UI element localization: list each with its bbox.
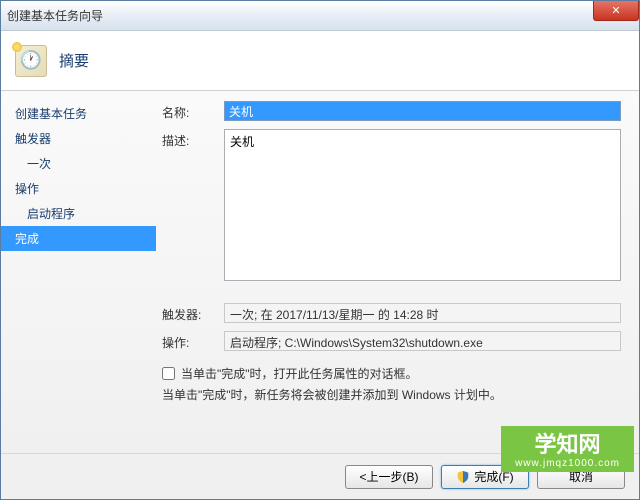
open-properties-checkbox[interactable]	[162, 367, 175, 380]
checkbox-label: 当单击"完成"时，打开此任务属性的对话框。	[181, 365, 418, 382]
trigger-row: 触发器: 一次; 在 2017/11/13/星期一 的 14:28 时	[162, 303, 621, 323]
wizard-step[interactable]: 创建基本任务	[1, 101, 156, 126]
wizard-step[interactable]: 操作	[1, 176, 156, 201]
action-label: 操作:	[162, 331, 214, 351]
back-button-label: <上一步(B)	[359, 468, 418, 485]
name-input[interactable]	[224, 101, 621, 121]
clock-wizard-icon	[15, 45, 47, 77]
watermark-main: 学知网	[535, 432, 601, 457]
window-title: 创建基本任务向导	[7, 7, 103, 24]
description-row: 描述:	[162, 129, 621, 281]
close-icon: ✕	[611, 4, 620, 17]
header-title: 摘要	[59, 50, 89, 71]
action-row: 操作: 启动程序; C:\Windows\System32\shutdown.e…	[162, 331, 621, 351]
wizard-step[interactable]: 触发器	[1, 126, 156, 151]
body: 创建基本任务触发器一次操作启动程序完成 名称: 描述: 触发器: 一次; 在 2…	[1, 91, 639, 453]
shield-icon	[456, 470, 470, 484]
action-value: 启动程序; C:\Windows\System32\shutdown.exe	[224, 331, 621, 351]
header: 摘要	[1, 31, 639, 91]
content-panel: 名称: 描述: 触发器: 一次; 在 2017/11/13/星期一 的 14:2…	[156, 91, 639, 453]
wizard-step[interactable]: 一次	[1, 151, 156, 176]
wizard-step[interactable]: 完成	[1, 226, 156, 251]
name-label: 名称:	[162, 101, 214, 121]
titlebar: 创建基本任务向导 ✕	[1, 1, 639, 31]
watermark-sub: www.jmqz1000.com	[515, 458, 620, 470]
wizard-step[interactable]: 启动程序	[1, 201, 156, 226]
info-text: 当单击"完成"时，新任务将会被创建并添加到 Windows 计划中。	[162, 386, 621, 403]
back-button[interactable]: <上一步(B)	[345, 465, 433, 489]
checkbox-row: 当单击"完成"时，打开此任务属性的对话框。	[162, 365, 621, 382]
description-label: 描述:	[162, 129, 214, 149]
watermark: 学知网 www.jmqz1000.com	[501, 426, 634, 472]
name-row: 名称:	[162, 101, 621, 121]
description-textarea[interactable]	[224, 129, 621, 281]
trigger-label: 触发器:	[162, 303, 214, 323]
wizard-steps-sidebar: 创建基本任务触发器一次操作启动程序完成	[1, 91, 156, 453]
trigger-value: 一次; 在 2017/11/13/星期一 的 14:28 时	[224, 303, 621, 323]
close-button[interactable]: ✕	[593, 1, 639, 21]
